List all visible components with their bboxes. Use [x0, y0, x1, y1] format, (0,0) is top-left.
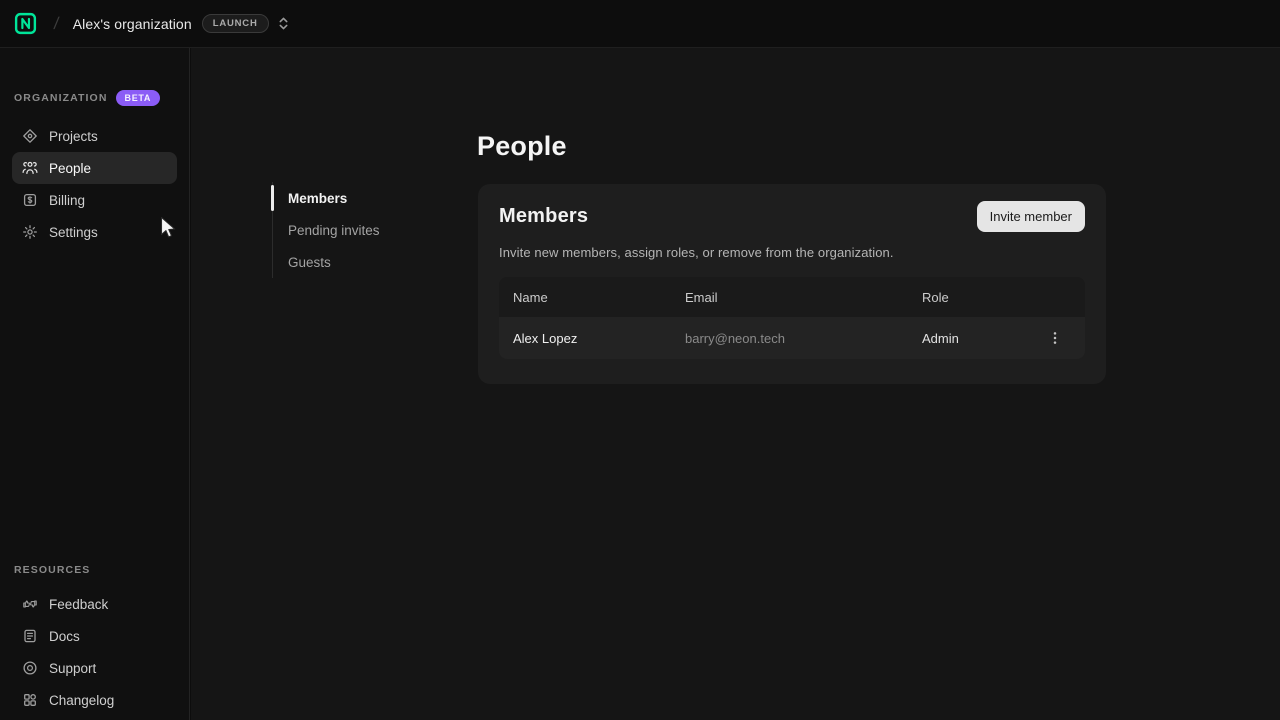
- subnav-item-guests[interactable]: Guests: [273, 246, 457, 278]
- people-subnav: Members Pending invites Guests: [272, 182, 457, 278]
- subnav-item-members[interactable]: Members: [273, 182, 457, 214]
- neon-logo-icon: [13, 11, 38, 36]
- resources-label: RESOURCES: [14, 564, 90, 576]
- sidebar-item-settings[interactable]: Settings: [12, 216, 177, 248]
- org-name[interactable]: Alex's organization: [73, 16, 192, 32]
- column-header-role: Role: [908, 290, 1041, 305]
- subnav-item-pending-invites[interactable]: Pending invites: [273, 214, 457, 246]
- sidebar-item-label: Billing: [49, 193, 85, 208]
- column-header-email: Email: [671, 290, 908, 305]
- table-row: Alex Lopez barry@neon.tech Admin: [499, 317, 1085, 359]
- sidebar-item-label: Feedback: [49, 597, 108, 612]
- members-card-description: Invite new members, assign roles, or rem…: [499, 245, 1085, 260]
- sidebar-item-label: Settings: [49, 225, 98, 240]
- feedback-icon: [22, 596, 38, 612]
- page-title: People: [477, 131, 567, 162]
- sidebar-item-label: Changelog: [49, 693, 114, 708]
- support-icon: [22, 660, 38, 676]
- members-card-header: Members Invite member: [499, 201, 1085, 232]
- sidebar-item-support[interactable]: Support: [12, 652, 178, 684]
- settings-icon: [22, 224, 38, 240]
- sidebar-item-changelog[interactable]: Changelog: [12, 684, 178, 716]
- sidebar-item-people[interactable]: People: [12, 152, 177, 184]
- sidebar-item-docs[interactable]: Docs: [12, 620, 178, 652]
- members-table: Name Email Role Alex Lopez barry@neon.te…: [499, 277, 1085, 359]
- column-header-name: Name: [499, 290, 671, 305]
- projects-icon: [22, 128, 38, 144]
- changelog-icon: [22, 692, 38, 708]
- kebab-menu-icon: [1048, 331, 1062, 345]
- people-icon: [22, 160, 38, 176]
- billing-icon: [22, 192, 38, 208]
- sidebar: ORGANIZATION BETA Projects People: [0, 48, 190, 720]
- plan-badge: LAUNCH: [202, 14, 269, 34]
- beta-badge: BETA: [116, 90, 161, 106]
- invite-member-button[interactable]: Invite member: [977, 201, 1085, 232]
- main-content: People Members Pending invites Guests Me…: [191, 48, 1280, 720]
- sidebar-item-billing[interactable]: Billing: [12, 184, 177, 216]
- docs-icon: [22, 628, 38, 644]
- member-email: barry@neon.tech: [671, 331, 908, 346]
- sidebar-item-label: Projects: [49, 129, 98, 144]
- sidebar-item-label: People: [49, 161, 91, 176]
- sidebar-item-label: Docs: [49, 629, 80, 644]
- members-table-header: Name Email Role: [499, 277, 1085, 317]
- members-card: Members Invite member Invite new members…: [478, 184, 1106, 384]
- chevron-up-down-icon: [277, 15, 290, 32]
- member-name: Alex Lopez: [499, 331, 671, 346]
- sidebar-item-projects[interactable]: Projects: [12, 120, 177, 152]
- resources-section-header: RESOURCES: [14, 564, 178, 576]
- breadcrumb-separator: /: [53, 14, 61, 34]
- sidebar-item-feedback[interactable]: Feedback: [12, 588, 178, 620]
- organization-section-header: ORGANIZATION BETA: [14, 90, 177, 106]
- members-card-title: Members: [499, 205, 588, 228]
- top-bar: / Alex's organization LAUNCH: [0, 0, 1280, 48]
- neon-logo[interactable]: [12, 11, 38, 37]
- sidebar-item-label: Support: [49, 661, 96, 676]
- member-role: Admin: [908, 331, 1041, 346]
- resources-section: RESOURCES Feedback Docs: [12, 564, 178, 716]
- organization-label: ORGANIZATION: [14, 92, 108, 104]
- row-actions-menu-button[interactable]: [1041, 324, 1069, 352]
- org-switcher-button[interactable]: [277, 15, 290, 32]
